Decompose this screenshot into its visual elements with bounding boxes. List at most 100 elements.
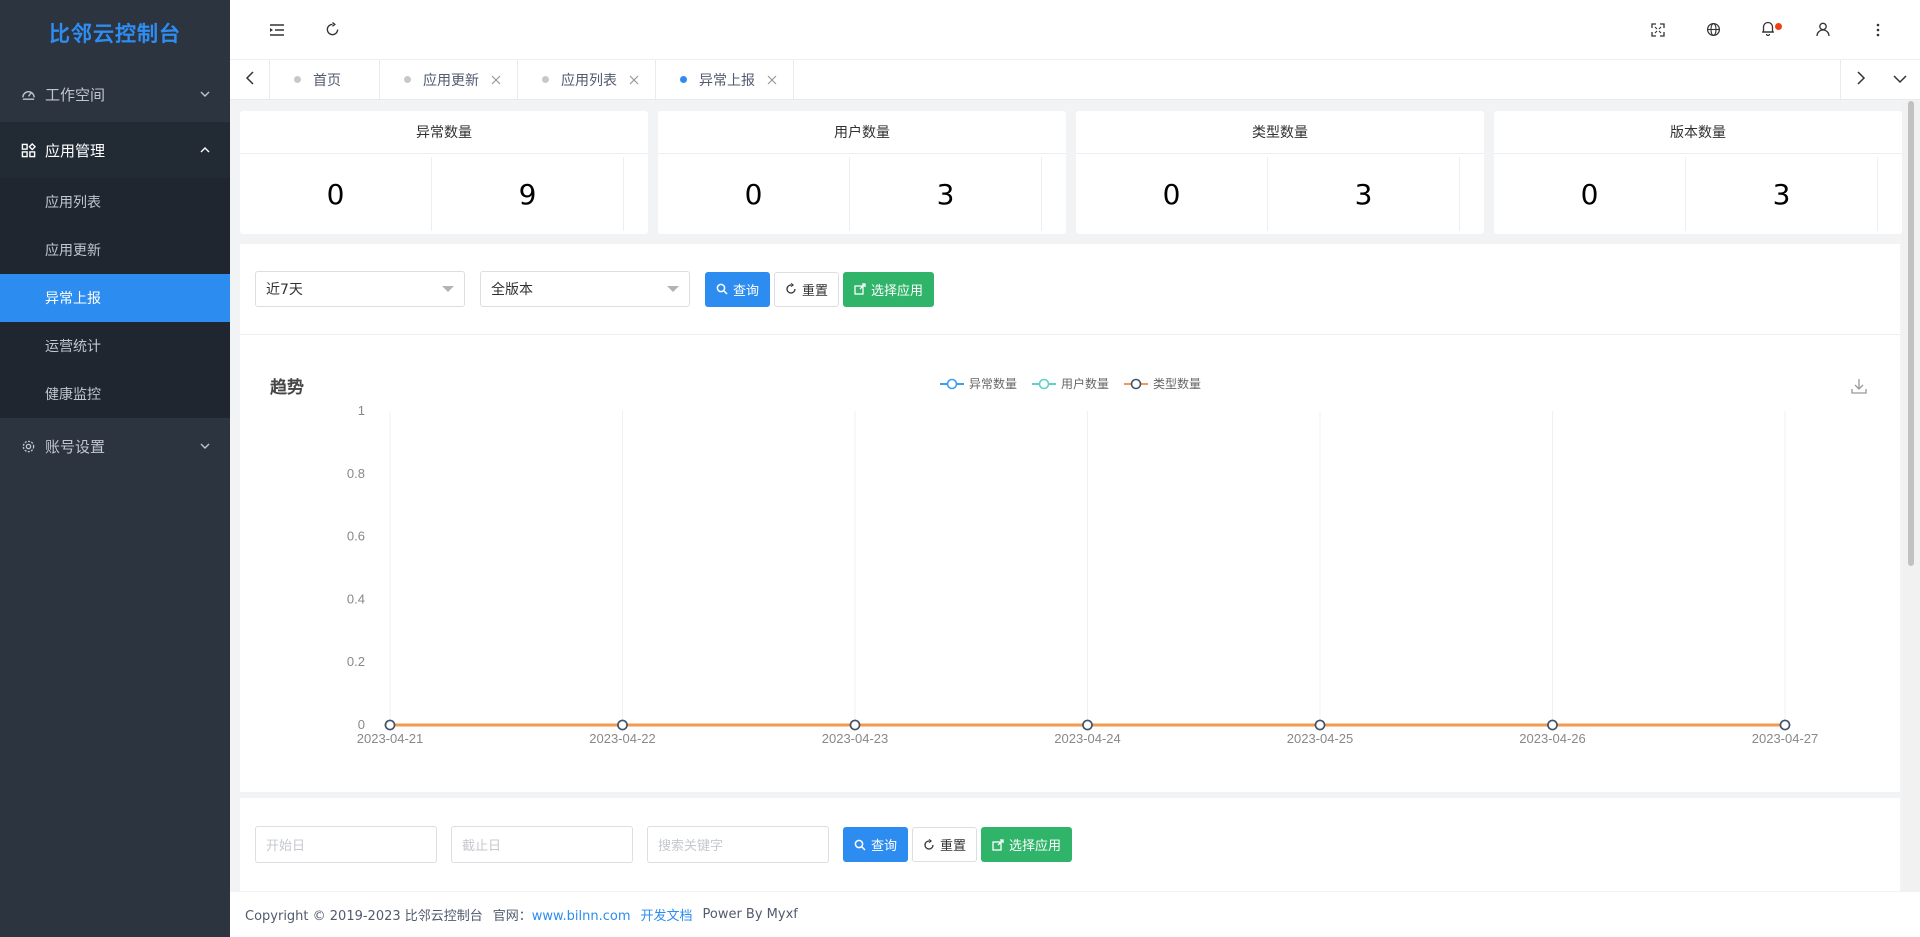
tab-label: 应用列表 (561, 72, 617, 89)
y-tick-label: 0 (358, 717, 365, 732)
close-icon[interactable] (627, 73, 641, 87)
end-date-input[interactable]: 截止日 (451, 826, 633, 863)
sidebar-item-app-list[interactable]: 应用列表 (0, 178, 230, 226)
reset-button[interactable]: 重置 (774, 271, 840, 307)
stat-value-today: 0 (658, 157, 850, 231)
y-tick-label: 0.6 (347, 529, 365, 544)
keyword-search-input[interactable]: 搜索关键字 (647, 826, 829, 863)
data-point (384, 719, 396, 731)
sidebar-item-exception-report[interactable]: 异常上报 (0, 274, 230, 322)
sidebar-group-label: 工作空间 (45, 85, 106, 104)
tab-label: 首页 (313, 72, 341, 89)
sidebar-item-operation-stats[interactable]: 运营统计 (0, 322, 230, 370)
page-scrollbar[interactable] (1902, 101, 1920, 892)
trend-chart: 0 0.2 0.4 0.6 0.8 1 2023-04-21 2023-04-22 2023-0… (347, 403, 1818, 746)
x-tick-label: 2023-04-25 (1287, 731, 1354, 746)
reset-button[interactable]: 重置 (912, 827, 978, 862)
close-icon[interactable] (489, 73, 503, 87)
site-label: 官网： (492, 909, 532, 924)
chevron-down-icon (198, 87, 212, 101)
select-app-button[interactable]: 选择应用 (981, 827, 1073, 862)
stat-value-total: 3 (1268, 157, 1460, 231)
version-select[interactable]: 全版本 (480, 271, 690, 307)
query-label: 查询 (871, 838, 898, 853)
sidebar-group-app-management[interactable]: 应用管理 (0, 122, 230, 178)
tabs-scroll-right-button[interactable] (1840, 60, 1880, 99)
tab-app-list[interactable]: 应用列表 (518, 60, 656, 99)
y-tick-label: 1 (358, 403, 365, 418)
chevron-up-icon (198, 143, 212, 157)
search-icon (854, 839, 866, 851)
select-app-label: 选择应用 (871, 282, 924, 298)
sidebar-item-app-update[interactable]: 应用更新 (0, 226, 230, 274)
external-app-icon (854, 283, 866, 295)
tab-list: 首页 应用更新 应用列表 异常上报 (270, 60, 1840, 99)
x-tick-label: 2023-04-23 (822, 731, 889, 746)
sidebar-group-workspace[interactable]: 工作空间 (0, 66, 230, 122)
app-management-submenu: 应用列表 应用更新 异常上报 运营统计 健康监控 (0, 178, 230, 418)
data-point (1314, 719, 1326, 731)
stat-title: 异常数量 (240, 111, 648, 154)
start-date-input[interactable]: 开始日 (255, 826, 437, 863)
gear-icon (20, 438, 36, 454)
notification-dot (1775, 22, 1782, 30)
scrollbar-thumb[interactable] (1908, 101, 1914, 566)
app-logo[interactable]: 比邻云控制台 (0, 0, 230, 66)
stat-title: 用户数量 (658, 111, 1066, 154)
copyright-text: Copyright © 2019-2023 比邻云控制台 (245, 909, 483, 924)
refresh-icon[interactable] (318, 16, 346, 44)
query-button[interactable]: 查询 (843, 827, 909, 862)
stat-card-users: 用户数量 0 3 (658, 111, 1066, 234)
query-button[interactable]: 查询 (705, 271, 771, 307)
caret-down-icon (442, 286, 454, 292)
data-point (1082, 719, 1093, 731)
tab-status-dot (680, 76, 687, 83)
docs-link[interactable]: 开发文档 (640, 905, 692, 924)
globe-icon[interactable] (1699, 16, 1727, 44)
tabs-scroll-left-button[interactable] (230, 60, 270, 99)
data-point (1779, 719, 1791, 731)
user-icon[interactable] (1809, 16, 1837, 44)
stat-card-types: 类型数量 0 3 (1076, 111, 1484, 234)
tab-home[interactable]: 首页 (270, 60, 380, 99)
sidebar-group-label: 账号设置 (45, 437, 106, 456)
page-footer: Copyright © 2019-2023 比邻云控制台 官网：www.biln… (230, 892, 1920, 937)
tab-exception-report[interactable]: 异常上报 (656, 60, 794, 99)
tab-app-update[interactable]: 应用更新 (380, 60, 518, 99)
select-app-button[interactable]: 选择应用 (843, 271, 935, 307)
query-label: 查询 (733, 282, 760, 298)
data-point (849, 719, 861, 731)
stat-card-exceptions: 异常数量 0 9 (240, 111, 648, 234)
tabs-menu-button[interactable] (1880, 60, 1920, 99)
list-filter-bar: 开始日 截止日 搜索关键字 查询 重置 选择应用 (240, 798, 1900, 891)
refresh-icon (924, 838, 934, 850)
select-app-label: 选择应用 (1009, 838, 1062, 853)
chevron-left-icon (245, 70, 255, 89)
stat-value-total: 9 (432, 157, 624, 231)
chevron-right-icon (1856, 70, 1866, 89)
version-value: 全版本 (491, 282, 533, 298)
site-link[interactable]: www.bilnn.com (532, 909, 631, 924)
x-tick-label: 2023-04-26 (1519, 731, 1586, 746)
date-range-select[interactable]: 近7天 (255, 271, 465, 307)
dashboard-icon (20, 86, 36, 102)
notification-button[interactable] (1754, 16, 1782, 44)
more-icon[interactable] (1864, 16, 1892, 44)
sidebar: 比邻云控制台 工作空间 应用管理 应用列表 应用更新 异常上报 运营统计 健康监… (0, 0, 230, 937)
tab-status-dot (294, 76, 301, 83)
caret-down-icon (667, 286, 679, 292)
y-tick-label: 0.2 (347, 654, 365, 669)
stat-card-versions: 版本数量 0 3 (1494, 111, 1902, 234)
top-header (230, 0, 1920, 60)
tab-status-dot (542, 76, 549, 83)
stat-value-today: 0 (240, 157, 432, 231)
fullscreen-icon[interactable] (1644, 16, 1672, 44)
stats-row: 异常数量 0 9 用户数量 0 3 类型数量 0 3 版本数量 0 3 (240, 111, 1902, 234)
tab-status-dot (404, 76, 411, 83)
close-icon[interactable] (765, 73, 779, 87)
sidebar-group-account-settings[interactable]: 账号设置 (0, 418, 230, 474)
stat-value-today: 0 (1076, 157, 1268, 231)
sidebar-group-label: 应用管理 (45, 141, 106, 160)
menu-collapse-icon[interactable] (263, 16, 291, 44)
sidebar-item-health-monitor[interactable]: 健康监控 (0, 370, 230, 418)
